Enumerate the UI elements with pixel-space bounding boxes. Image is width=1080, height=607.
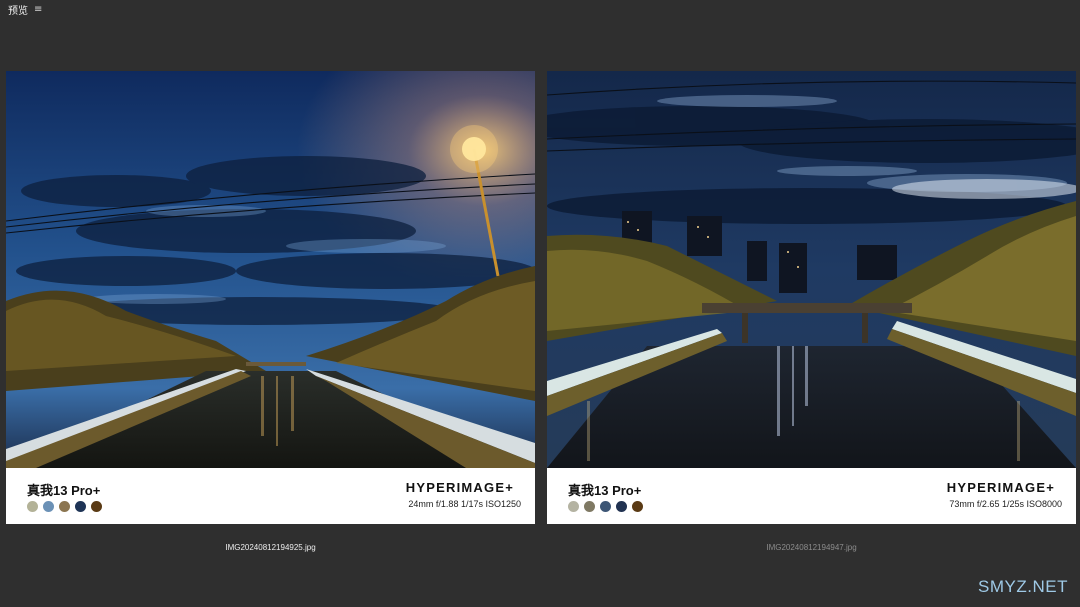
color-swatch: [600, 501, 611, 512]
color-swatch: [43, 501, 54, 512]
hyperimage-brand: HYPERIMAGE+: [405, 480, 514, 495]
photo-card-right[interactable]: 真我13 Pro+ HYPERIMAGE+ 73mm f/2.65 1/25s …: [547, 71, 1076, 524]
color-swatch: [91, 501, 102, 512]
site-watermark: SMYZ.NET: [978, 577, 1068, 596]
color-swatch: [75, 501, 86, 512]
exif-info: 24mm f/1.88 1/17s ISO1250: [408, 499, 521, 509]
night-river-photo-right: [547, 71, 1076, 468]
camera-model: 真我13 Pro+: [27, 483, 101, 498]
color-swatch: [59, 501, 70, 512]
camera-model: 真我13 Pro+: [568, 483, 642, 498]
hyperimage-brand: HYPERIMAGE+: [946, 480, 1055, 495]
menu-icon[interactable]: ≡: [34, 4, 42, 15]
photo-card-left[interactable]: 真我13 Pro+ HYPERIMAGE+ 24mm f/1.88 1/17s …: [6, 71, 535, 524]
filename-right[interactable]: IMG20240812194947.jpg: [547, 543, 1076, 552]
photo-footer-left: 真我13 Pro+ HYPERIMAGE+ 24mm f/1.88 1/17s …: [6, 468, 535, 524]
color-swatch: [584, 501, 595, 512]
exif-info: 73mm f/2.65 1/25s ISO8000: [949, 499, 1062, 509]
preview-title: 预览: [8, 5, 28, 17]
night-river-photo-left: [6, 71, 535, 468]
color-swatch: [616, 501, 627, 512]
color-swatch: [632, 501, 643, 512]
filename-left[interactable]: IMG20240812194925.jpg: [6, 543, 535, 552]
photo-left[interactable]: [6, 71, 535, 468]
color-swatch: [568, 501, 579, 512]
color-palette: [568, 501, 643, 512]
photo-right[interactable]: [547, 71, 1076, 468]
color-palette: [27, 501, 102, 512]
color-swatch: [27, 501, 38, 512]
photo-footer-right: 真我13 Pro+ HYPERIMAGE+ 73mm f/2.65 1/25s …: [547, 468, 1076, 524]
top-bar: 预览 ≡: [0, 0, 1080, 18]
